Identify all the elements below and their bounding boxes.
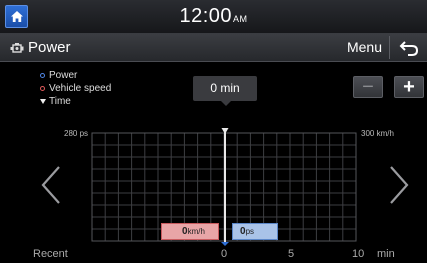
x-tick-5: 5 [288, 248, 295, 260]
time-cursor-bottom-marker [221, 242, 229, 246]
previous-arrow-icon[interactable] [40, 165, 62, 205]
recent-label: Recent [33, 248, 68, 260]
vehicle-speed-value-tag: 0km/h [161, 223, 219, 240]
x-axis-unit: min [377, 248, 395, 260]
power-unit: ps [245, 227, 255, 236]
speed-unit: km/h [187, 227, 205, 236]
x-tick-0: 0 [221, 248, 228, 260]
x-tick-10: 10 [352, 248, 365, 260]
power-value-tag: 0ps [232, 223, 278, 240]
next-arrow-icon[interactable] [388, 165, 410, 205]
